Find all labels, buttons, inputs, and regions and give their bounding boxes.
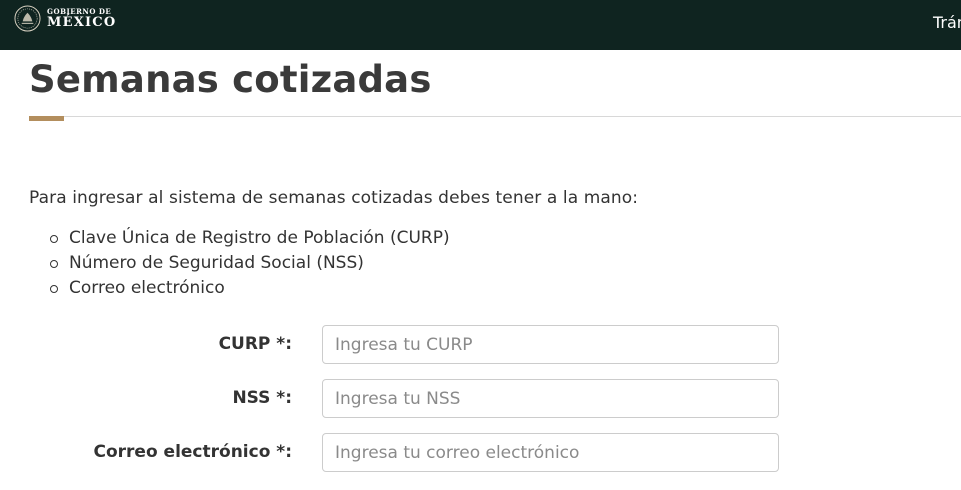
requirement-label: Número de Seguridad Social (NSS) [69,253,364,273]
curp-label: CURP *: [218,334,292,354]
top-navbar: GOBIERNO DE MÉXICO Trámites [0,0,961,50]
bullet-circle-icon [50,285,58,293]
bullet-circle-icon [50,260,58,268]
list-item: Correo electrónico [50,276,450,301]
page-title: Semanas cotizadas [29,58,432,101]
requirements-list: Clave Única de Registro de Población (CU… [50,226,450,301]
nss-row: NSS *: [0,379,961,418]
nav-link-tramites[interactable]: Trámites [933,13,961,32]
title-accent-bar [29,116,64,121]
gobierno-logo[interactable]: GOBIERNO DE MÉXICO [14,5,116,32]
mexico-seal-icon [14,5,41,32]
title-divider [29,116,961,117]
logo-line2: MÉXICO [47,15,117,30]
list-item: Clave Única de Registro de Población (CU… [50,226,450,251]
curp-input[interactable] [322,325,779,364]
nss-label: NSS *: [232,388,292,408]
email-row: Correo electrónico *: [0,433,961,472]
intro-text: Para ingresar al sistema de semanas coti… [29,188,639,208]
bullet-circle-icon [50,235,58,243]
logo-line1: GOBIERNO DE [47,7,112,16]
list-item: Número de Seguridad Social (NSS) [50,251,450,276]
email-input[interactable] [322,433,779,472]
email-label: Correo electrónico *: [93,442,293,462]
nss-input[interactable] [322,379,779,418]
requirement-label: Correo electrónico [69,278,225,298]
curp-row: CURP *: [0,325,961,364]
requirement-label: Clave Única de Registro de Población (CU… [69,228,450,248]
